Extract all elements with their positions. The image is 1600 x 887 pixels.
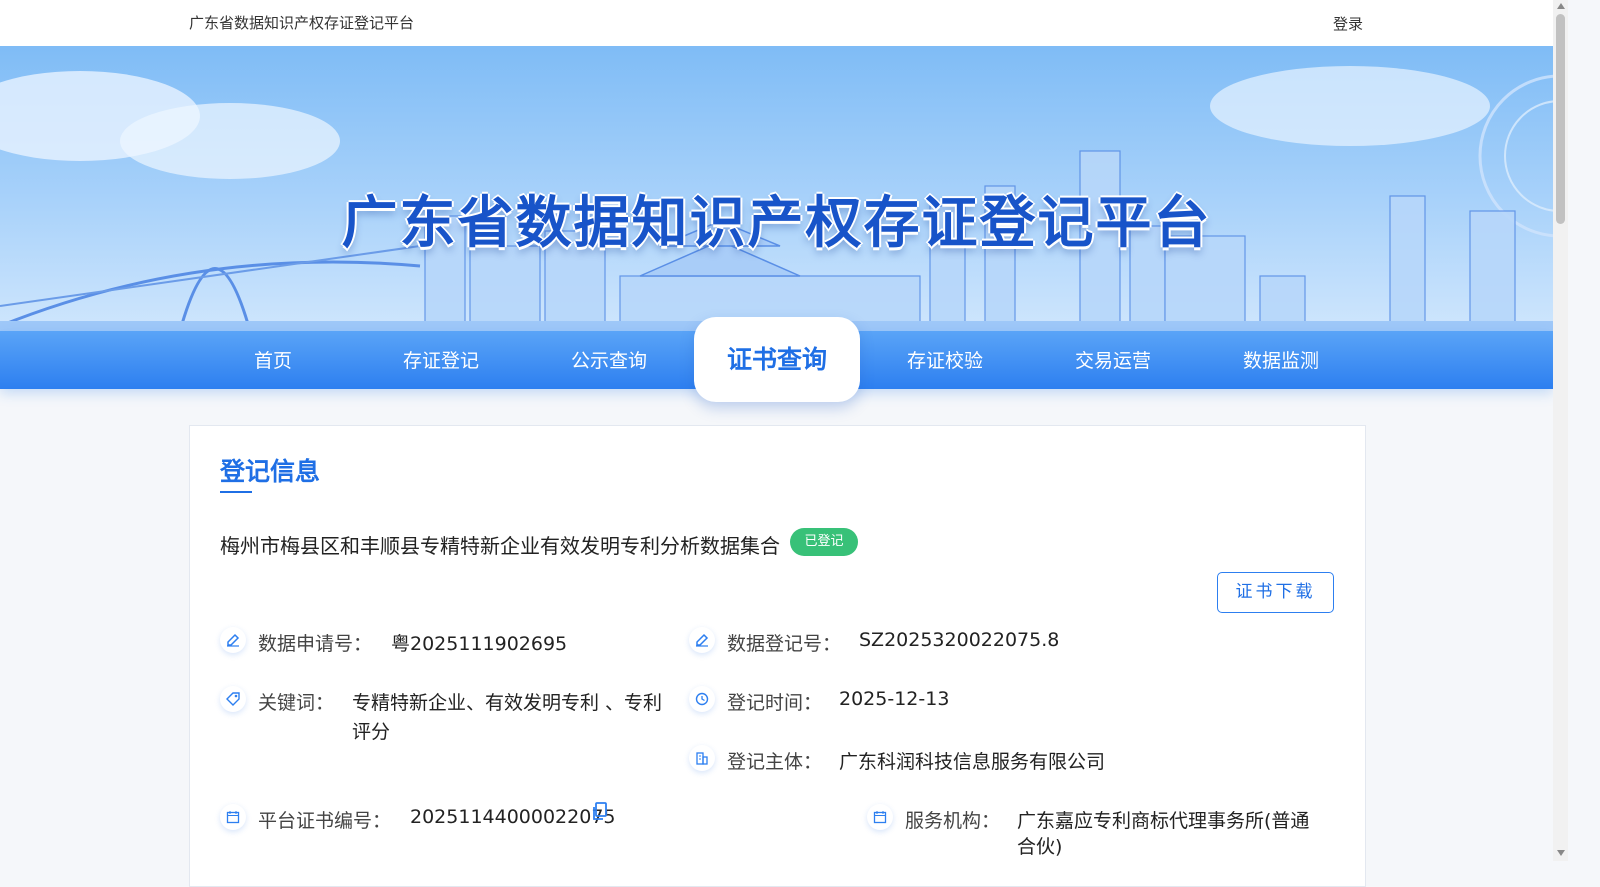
value-registrant: 广东科润科技信息服务有限公司 [839, 751, 1106, 773]
field-application-no: 数据申请号： 粤2025111902695 [220, 627, 660, 659]
value-keywords-line1: 专精特新企业、有效发明专利 、专利 [352, 692, 663, 714]
field-registration-no: 数据登记号： SZ2025320022075.8 [689, 627, 1189, 659]
clock-icon [689, 686, 715, 712]
building-icon [689, 745, 715, 771]
login-link[interactable]: 登录 [1333, 13, 1363, 34]
registration-card: 登记信息 梅州市梅县区和丰顺县专精特新企业有效发明专利分析数据集合 已登记 证书… [189, 425, 1366, 887]
field-registration-time: 登记时间： 2025-12-13 [689, 686, 1189, 718]
tag-icon [220, 686, 246, 712]
edit-icon [220, 627, 246, 653]
label-application-no: 数据申请号： [258, 633, 373, 655]
nav-item-register[interactable]: 存证登记 [371, 346, 511, 373]
field-keywords: 关键词： 专精特新企业、有效发明专利 、专利 评分 [220, 686, 680, 748]
label-registration-no: 数据登记号： [727, 633, 842, 655]
calendar-icon [867, 804, 893, 830]
nav-item-home[interactable]: 首页 [203, 346, 343, 373]
download-certificate-button[interactable]: 证书下载 [1217, 572, 1334, 613]
page-scrollbar[interactable] [1553, 0, 1568, 861]
nav-item-verify[interactable]: 存证校验 [875, 346, 1015, 373]
field-registrant: 登记主体： 广东科润科技信息服务有限公司 [689, 745, 1189, 777]
nav-item-trade[interactable]: 交易运营 [1043, 346, 1183, 373]
value-service-agency: 广东嘉应专利商标代理事务所(普通 [1017, 810, 1310, 832]
field-service-agency: 服务机构： 广东嘉应专利商标代理事务所(普通 合伙) [867, 804, 1347, 866]
value-keywords-line2: 评分 [352, 721, 391, 743]
value-certificate-no: 20251144000022075 [410, 806, 616, 828]
status-badge: 已登记 [790, 528, 858, 556]
label-keywords: 关键词： [258, 692, 335, 714]
scroll-up-arrow[interactable] [1557, 3, 1565, 9]
value-application-no: 粤2025111902695 [391, 633, 568, 655]
calendar-icon [220, 804, 246, 830]
nav-item-certificate-query[interactable]: 证书查询 [694, 317, 860, 402]
label-registration-time: 登记时间： [727, 692, 823, 714]
label-certificate-no: 平台证书编号： [258, 810, 392, 832]
dataset-name: 梅州市梅县区和丰顺县专精特新企业有效发明专利分析数据集合 [220, 534, 780, 558]
copy-icon[interactable] [592, 802, 608, 827]
value-service-agency-line2: 合伙) [1017, 836, 1063, 858]
nav-item-public-query[interactable]: 公示查询 [539, 346, 679, 373]
title-underline [220, 491, 252, 493]
banner-title: 广东省数据知识产权存证登记平台 [341, 191, 1212, 256]
site-name: 广东省数据知识产权存证登记平台 [189, 14, 415, 32]
top-bar: 广东省数据知识产权存证登记平台 登录 [0, 0, 1553, 47]
section-title: 登记信息 [220, 457, 321, 486]
hero-banner: 广东省数据知识产权存证登记平台 [0, 46, 1553, 332]
nav-item-monitor[interactable]: 数据监测 [1211, 346, 1351, 373]
scroll-down-arrow[interactable] [1557, 850, 1565, 856]
value-registration-time: 2025-12-13 [839, 688, 950, 710]
edit-icon [689, 627, 715, 653]
field-certificate-no: 平台证书编号： 20251144000022075 [220, 802, 680, 836]
label-service-agency: 服务机构： [905, 810, 1001, 832]
value-registration-no: SZ2025320022075.8 [859, 629, 1060, 651]
scrollbar-thumb[interactable] [1556, 14, 1565, 224]
label-registrant: 登记主体： [727, 751, 823, 773]
